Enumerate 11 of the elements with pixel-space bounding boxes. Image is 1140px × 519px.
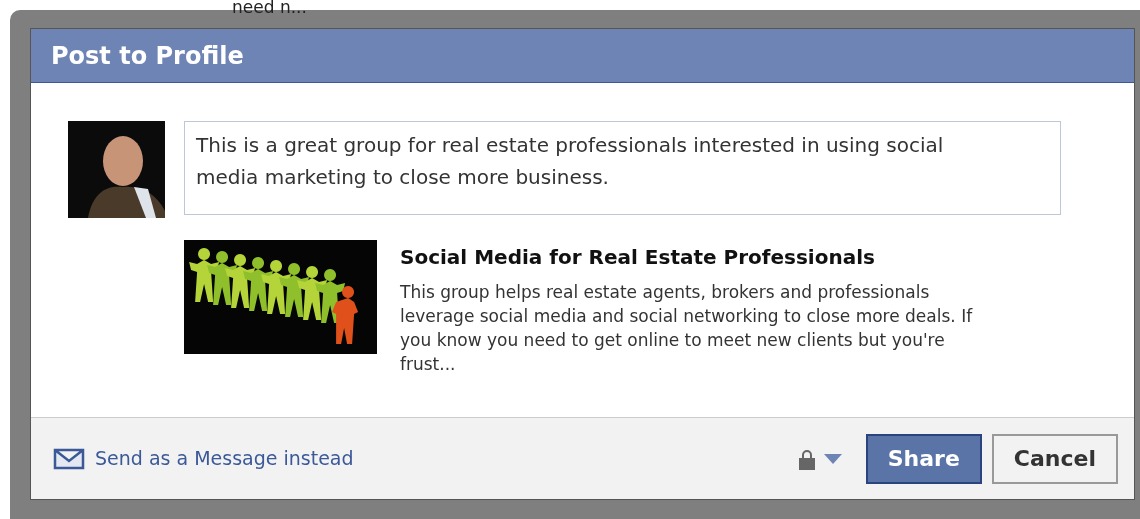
cancel-button[interactable]: Cancel [991,433,1118,484]
lock-icon [797,447,816,470]
privacy-dropdown[interactable] [797,447,842,470]
envelope-icon [53,447,85,470]
attachment-description: This group helps real estate agents, brokers and professionals leverage social media and social networking to close more deals. If you know you need to get online to meet new clients but you're frust... [400,281,974,376]
message-field[interactable]: This is a great group for real estate professionals interested in using social media marketing to close more business. [184,121,1061,215]
send-message-link[interactable]: Send as a Message instead [53,444,354,473]
dialog-title: Post to Profile [51,40,244,72]
share-button[interactable]: Share [865,433,982,484]
caret-icon [823,453,842,464]
attachment-title[interactable]: Social Media for Real Estate Professionals [400,242,1000,272]
